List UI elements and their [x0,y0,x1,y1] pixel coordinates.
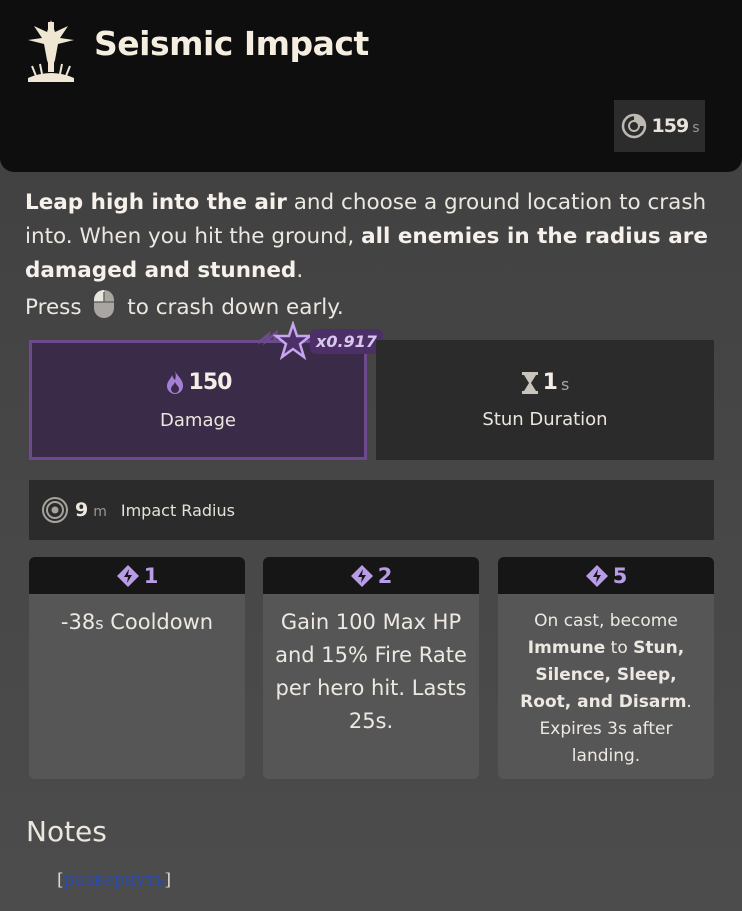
damage-value: 150 [188,370,233,395]
radius-label: Impact Radius [120,500,235,520]
impact-radius-row: 9 m Impact Radius [29,480,714,540]
radius-unit: m [93,504,107,520]
notes-heading: Notes [26,815,107,848]
upgrade-3-cost: 5 [612,563,628,588]
ability-description: Leap high into the air and choose a grou… [25,186,715,325]
upgrade-tier-1: 1 -38s Cooldown [29,557,245,779]
spirit-scaling-badge: x0.917 [256,321,383,361]
mouse-left-click-icon [94,290,115,318]
desc-bold-1: Leap high into the air [25,190,287,215]
stun-value: 1 [542,370,558,395]
spirit-damage-icon [166,370,183,394]
stun-stat-box: 1 s Stun Duration [376,340,714,460]
upgrade-tier-3: 5 On cast, become Immune to Stun, Silenc… [498,557,714,779]
cooldown-badge: 159 s [614,100,705,152]
press-after: to crash down early. [127,295,344,320]
upgrade-2-text: Gain 100 Max HP and 15% Fire Rate per he… [275,610,467,733]
cooldown-icon [621,113,646,139]
expand-link[interactable]: развернуть [64,870,165,890]
upgrade-1-cost: 1 [143,563,159,588]
press-label: Press [25,295,82,320]
cooldown-unit: s [692,120,700,136]
upgrade-2-cost: 2 [377,563,393,588]
upgrade-3-text: On cast, become Immune to Stun, Silence,… [520,611,692,766]
description-paragraph: Leap high into the air and choose a grou… [25,186,715,288]
upgrade-tier-2: 2 Gain 100 Max HP and 15% Fire Rate per … [263,557,479,779]
ability-title: Seismic Impact [94,24,369,63]
ability-point-icon [350,564,373,587]
desc-text-2: . [296,258,304,283]
expand-control: [развернуть] [57,870,172,890]
seismic-impact-icon [28,20,74,82]
stun-label: Stun Duration [482,409,608,430]
damage-label: Damage [160,409,236,431]
hourglass-icon [521,371,538,394]
ability-point-icon [585,564,608,587]
ability-point-icon [116,564,139,587]
radius-icon [42,497,68,523]
spirit-star-icon [257,321,314,361]
stun-unit: s [560,375,570,394]
upgrade-1-text: -38s Cooldown [60,610,214,634]
description-press-line: Press to crash down early. [25,288,715,325]
cooldown-value: 159 [651,115,690,137]
ability-header: Seismic Impact 159 s [0,0,742,172]
spirit-multiplier: x0.917 [310,328,383,354]
radius-value: 9 [75,499,88,521]
